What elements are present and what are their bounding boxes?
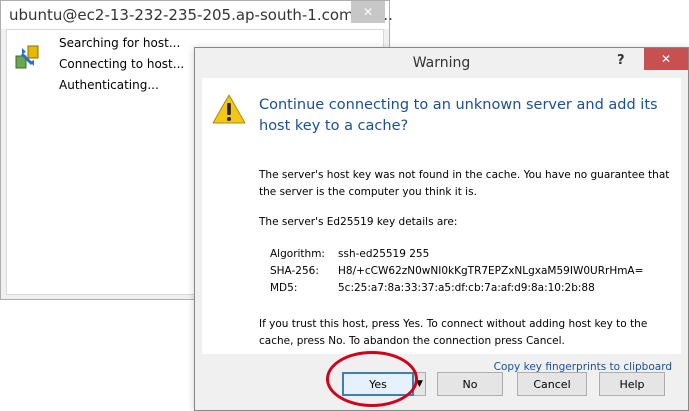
putty-connection-icon — [15, 45, 39, 69]
host-key-warning-text: The server's host key was not found in t… — [259, 169, 670, 198]
cancel-button[interactable]: Cancel — [517, 372, 587, 396]
algorithm-value: ssh-ed25519 255 — [338, 248, 430, 260]
status-authenticating: Authenticating... — [59, 78, 159, 92]
algorithm-label: Algorithm: — [270, 248, 325, 260]
yes-dropdown-arrow-icon[interactable]: ▼ — [414, 372, 426, 396]
key-details-label: The server's Ed25519 key details are: — [259, 216, 458, 228]
help-button[interactable]: Help — [599, 372, 665, 396]
md5-label: MD5: — [270, 282, 298, 294]
dialog-content: Continue connecting to an unknown server… — [202, 78, 681, 373]
sha256-label: SHA-256: — [270, 265, 319, 277]
no-button[interactable]: No — [437, 372, 503, 396]
md5-value: 5c:25:a7:8a:33:37:a5:df:cb:7a:af:d9:8a:1… — [338, 282, 595, 294]
trust-instructions-text: If you trust this host, press Yes. To co… — [259, 318, 648, 347]
dialog-close-button[interactable]: ✕ — [644, 48, 688, 70]
background-close-button[interactable]: ✕ — [351, 1, 385, 23]
background-window-title: ubuntu@ec2-13-232-235-205.ap-south-1.com… — [9, 6, 393, 24]
warning-icon — [212, 94, 246, 124]
warning-dialog: Warning ? ✕ Continue connecting to an un… — [194, 47, 689, 411]
sha256-value: H8/+cCW62zN0wNI0kKgTR7EPZxNLgxaM59IW0URr… — [338, 265, 644, 277]
status-searching: Searching for host... — [59, 36, 181, 50]
dialog-title: Warning — [412, 55, 471, 71]
background-titlebar: ubuntu@ec2-13-232-235-205.ap-south-1.com… — [1, 1, 393, 29]
help-icon[interactable]: ? — [617, 53, 625, 68]
status-connecting: Connecting to host... — [59, 57, 185, 71]
dialog-titlebar: Warning ? ✕ — [195, 48, 688, 78]
yes-button[interactable]: Yes — [342, 372, 414, 396]
dialog-heading: Continue connecting to an unknown server… — [259, 97, 658, 134]
